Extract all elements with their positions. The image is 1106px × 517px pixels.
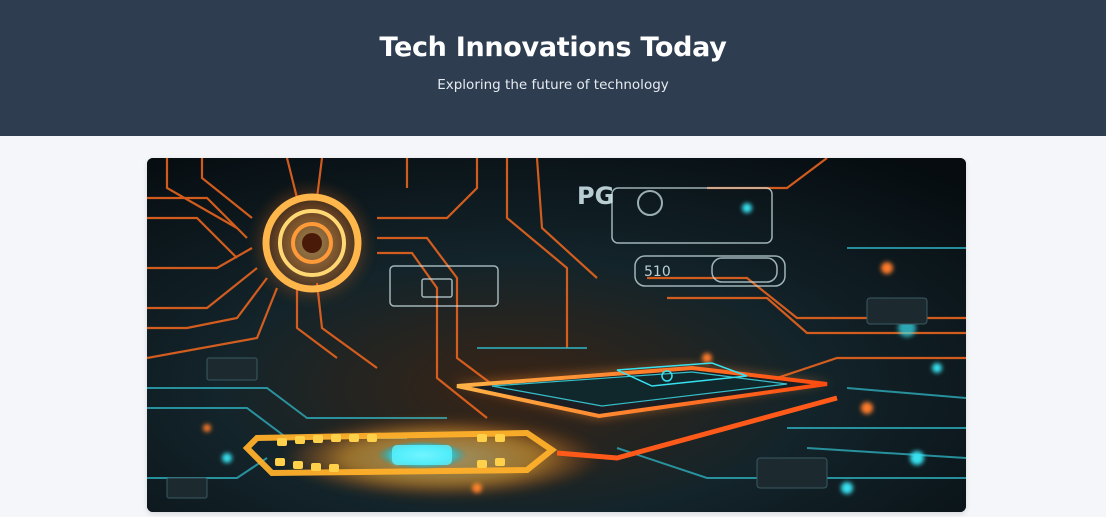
panel-readout: 510: [644, 264, 671, 280]
chip-label: PG: [577, 182, 614, 210]
site-tagline: Exploring the future of technology: [437, 77, 669, 93]
circuit-board-illustration: PG 510: [147, 158, 966, 512]
site-title: Tech Innovations Today: [379, 32, 727, 63]
hero-image: PG 510: [147, 158, 966, 512]
main-content: PG 510: [0, 136, 1106, 517]
site-header: Tech Innovations Today Exploring the fut…: [0, 0, 1106, 136]
